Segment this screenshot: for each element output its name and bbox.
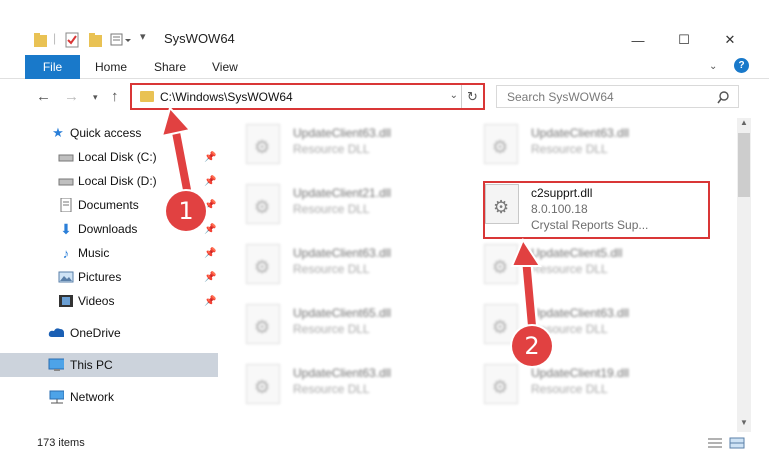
step-1-callout: 1 bbox=[166, 191, 206, 231]
annotation-arrows bbox=[160, 105, 542, 333]
step-2-callout: 2 bbox=[512, 326, 552, 366]
